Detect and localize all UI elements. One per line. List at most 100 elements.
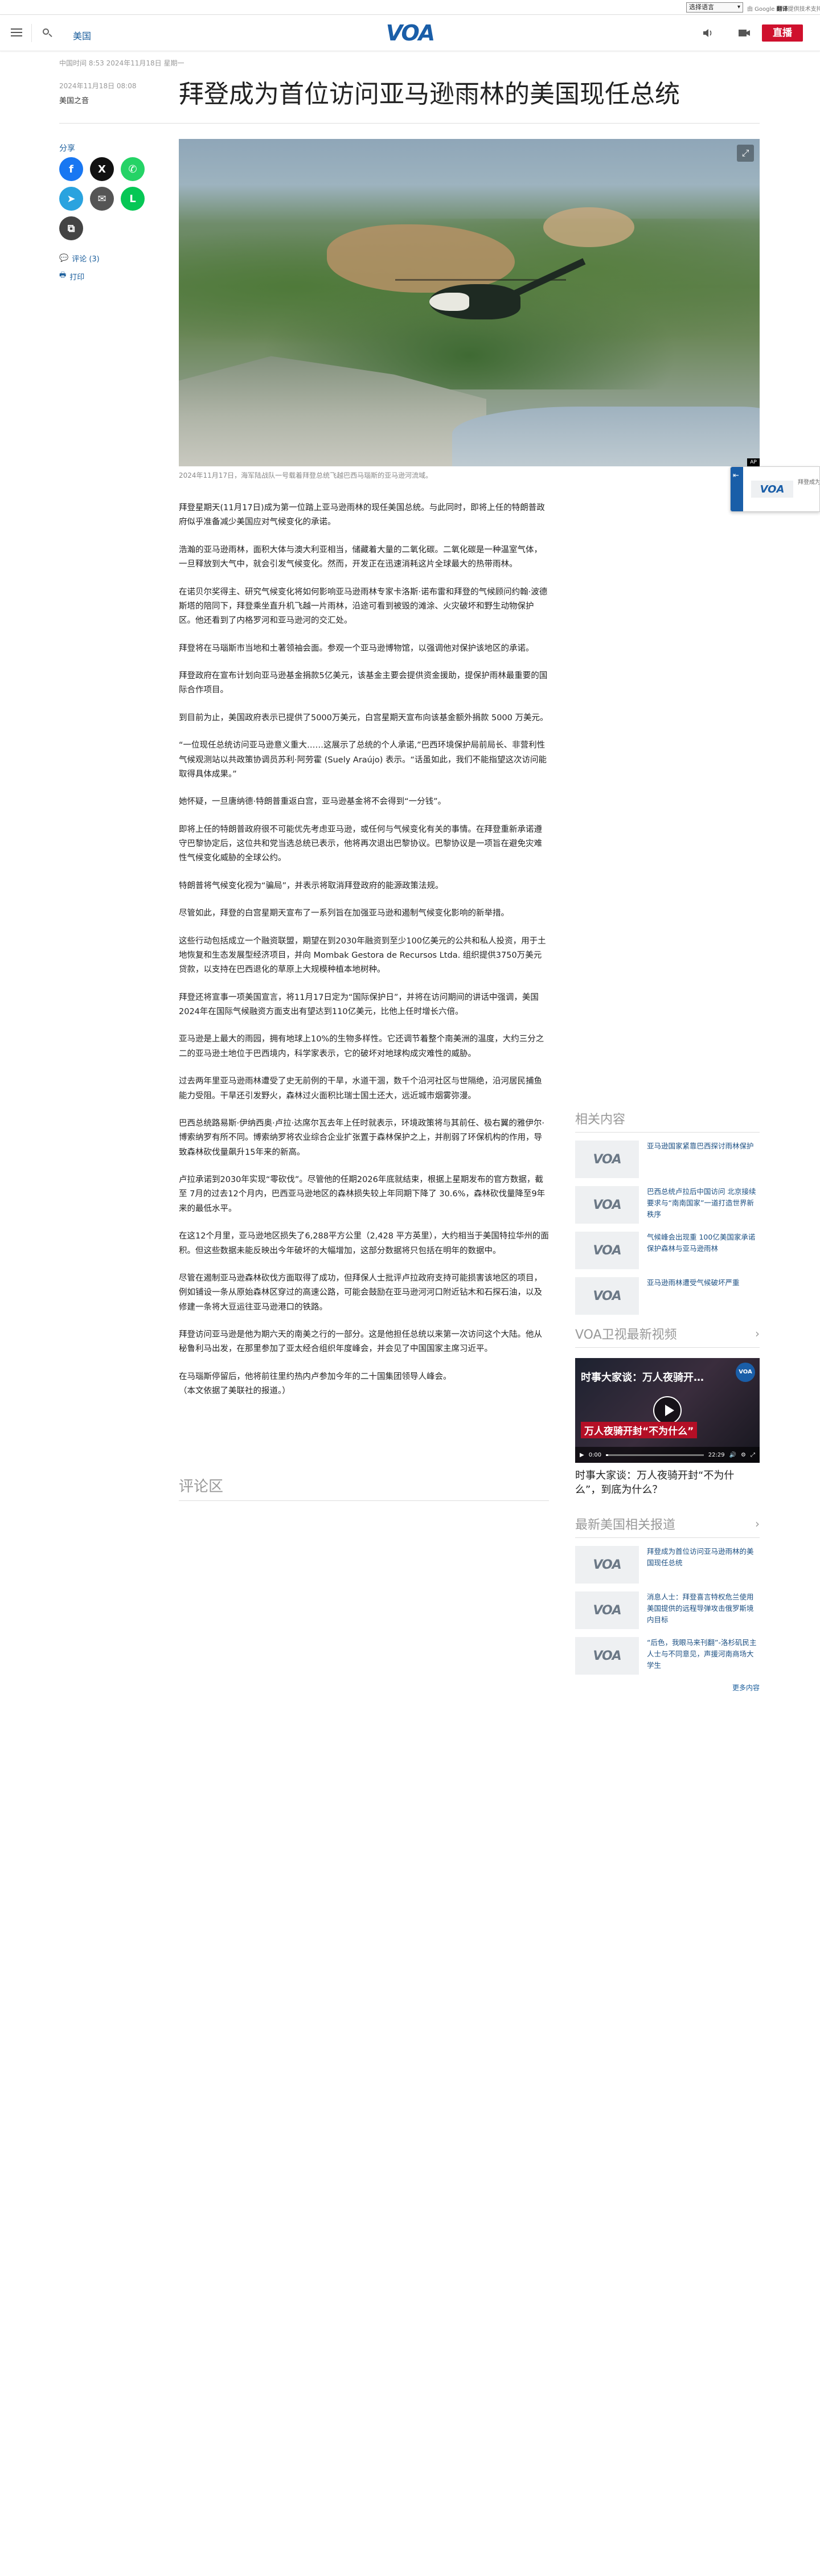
chevron-right-icon: ›: [755, 1517, 760, 1531]
thumbnail: VOA: [575, 1637, 639, 1675]
expand-image-icon[interactable]: ⤢: [737, 145, 754, 162]
article-paragraph: 拜登政府在宣布计划向亚马逊基金捐款5亿美元，该基金主要会提供资金援助，提保护雨林…: [179, 671, 548, 695]
video-controls: ▶ 0:00 22:29 🔊 ⚙ ⤢: [575, 1447, 760, 1463]
article-body: 拜登星期天(11月17日)成为第一位踏上亚马逊雨林的现任美国总统。与此同时，即将…: [179, 501, 549, 1412]
channel-logo-icon: VOA: [736, 1363, 755, 1382]
x-twitter-icon[interactable]: X: [90, 157, 114, 181]
latest-item[interactable]: VOA 消息人士：拜登喜言特权危兰使用美国提供的远程导弹攻击俄罗斯境内目标: [575, 1591, 760, 1629]
widget-text: 拜登成为首位访问亚马逊雨林: [798, 479, 819, 486]
related-item[interactable]: VOA 气候峰会出现重 100亿美国家承诺保护森林与亚马逊雨林: [575, 1232, 760, 1269]
article-meta-time: 中国时间 8:53 2024年11月18日 星期一: [59, 59, 184, 67]
share-label: 分享: [59, 144, 75, 153]
copy-link-icon[interactable]: ⧉: [59, 216, 83, 240]
play-small-icon[interactable]: ▶: [580, 1452, 584, 1458]
powered-brand: 翻译: [776, 6, 788, 13]
article-paragraph: 在诺贝尔奖得主、研究气候变化将如何影响亚马逊雨林专家卡洛斯·诺布雷和拜登的气候顾…: [179, 587, 548, 626]
related-item[interactable]: VOA 亚马逊国家紧靠巴西探讨雨林保护: [575, 1141, 760, 1178]
related-item-title: 巴西总统卢拉后中国访问 北京接续要求与“南南国家”一道打造世界新秩序: [647, 1187, 756, 1219]
print-link[interactable]: 🖶 打印: [59, 270, 84, 282]
article-paragraph: 拜登将在马瑙斯市当地和土著领袖会面。参观一个亚马逊博物馆，以强调他对保护该地区的…: [179, 643, 534, 653]
thumbnail-logo: VOA: [593, 1603, 621, 1618]
thumbnail-logo: VOA: [593, 1197, 621, 1212]
latest-reports-section: 最新美国相关报道 › VOA 拜登成为首位访问亚马逊雨林的美国现任总统 VOA 消息人…: [575, 1515, 760, 1692]
google-translate-bar: 选择语言 由 Google 翻译提供技术支持: [0, 0, 820, 15]
video-overlay-bottom: 万人夜骑开封“不为什么”: [581, 1422, 698, 1438]
latest-reports-header[interactable]: 最新美国相关报道 ›: [575, 1515, 760, 1538]
article-paragraph: 拜登访问亚马逊是他为期六天的南美之行的一部分。这是他担任总统以来第一次访问这个大…: [179, 1330, 542, 1354]
related-item-title: 亚马逊国家紧靠巴西探讨雨林保护: [647, 1142, 754, 1150]
comment-icon: 💬: [59, 254, 69, 262]
article-paragraph: 拜登星期天(11月17日)成为第一位踏上亚马逊雨林的现任美国总统。与此同时，即将…: [179, 503, 545, 527]
latest-item-title: 消息人士：拜登喜言特权危兰使用美国提供的远程导弹攻击俄罗斯境内目标: [647, 1593, 754, 1624]
article-paragraph: 在马瑙斯停留后，他将前往里约热内卢参加今年的二十国集团领导人峰会。 （本文依据了…: [179, 1372, 452, 1396]
comments-section: 评论区: [179, 1475, 549, 1501]
site-header: 美国 VOA 直播: [0, 16, 820, 51]
email-icon[interactable]: ✉: [90, 187, 114, 211]
article-paragraph: 浩瀚的亚马逊雨林，面积大体与澳大利亚相当，储藏着大量的二氧化碳。二氧化碳是一种温…: [179, 545, 542, 569]
latest-video-header[interactable]: VOA卫视最新视频 ›: [575, 1324, 760, 1348]
chevron-right-icon: ›: [755, 1327, 760, 1340]
article-paragraph: 卢拉承诺到2030年实现“零砍伐”。尽管他的任期2026年底就结束，根据上星期发…: [179, 1175, 546, 1213]
facebook-icon[interactable]: f: [59, 157, 83, 181]
thumbnail-logo: VOA: [593, 1289, 621, 1303]
video-icon[interactable]: [737, 27, 751, 39]
video-player[interactable]: 时事大家谈：万人夜骑开… VOA 万人夜骑开封“不为什么” ▶ 0:00 22:…: [575, 1358, 760, 1463]
byline: 美国之音: [59, 97, 89, 105]
live-button[interactable]: 直播: [762, 24, 803, 42]
video-caption[interactable]: 时事大家谈：万人夜骑开封“不为什么”，到底为什么？: [575, 1469, 760, 1497]
video-overlay-top: 时事大家谈：万人夜骑开…: [581, 1372, 704, 1384]
article-paragraph: 这些行动包括成立一个融资联盟，期望在到2030年融资到至少100亿美元的公共和私…: [179, 936, 546, 975]
latest-item[interactable]: VOA 拜登成为首位访问亚马逊雨林的美国现任总统: [575, 1546, 760, 1584]
article-paragraph: 尽管如此，拜登的白宫星期天宣布了一系列旨在加强亚马逊和遏制气候变化影响的新举措。: [179, 909, 509, 918]
volume-icon[interactable]: 🔊: [729, 1452, 736, 1458]
article-paragraph: 巴西总统路易斯·伊纳西奥·卢拉·达席尔瓦去年上任时就表示，环境政策将与其前任、极…: [179, 1118, 544, 1157]
latest-video-section: VOA卫视最新视频 › 时事大家谈：万人夜骑开… VOA 万人夜骑开封“不为什么…: [575, 1324, 760, 1497]
page-title: 拜登成为首位访问亚马逊雨林的美国现任总统: [179, 80, 680, 109]
floating-related-widget[interactable]: ⇤ VOA 拜登成为首位访问亚马逊雨林: [730, 466, 820, 512]
more-link[interactable]: 更多内容: [575, 1683, 760, 1692]
article-paragraph: 特朗普将气候变化视为“骗局”，并表示将取消拜登政府的能源政策法规。: [179, 881, 444, 891]
article-paragraph: 到目前为止，美国政府表示已提供了5000万美元，白宫星期天宣布向该基金额外捐款 …: [179, 713, 548, 723]
video-progress-bar[interactable]: [606, 1454, 704, 1456]
related-item[interactable]: VOA 巴西总统卢拉后中国访问 北京接续要求与“南南国家”一道打造世界新秩序: [575, 1186, 760, 1224]
hamburger-menu-icon[interactable]: [9, 26, 24, 40]
telegram-icon[interactable]: ➤: [59, 187, 83, 211]
latest-video-title: VOA卫视最新视频: [575, 1328, 677, 1342]
comments-link[interactable]: 💬 评论 (3): [59, 253, 100, 264]
settings-gear-icon[interactable]: ⚙: [741, 1452, 746, 1458]
powered-prefix: 由 Google: [747, 6, 775, 13]
arrow-left-icon[interactable]: ⇤: [733, 471, 739, 480]
article-paragraph: “一位现任总统访问亚马逊意义重大……这展示了总统的个人承诺,”巴西环境保护局前局…: [179, 741, 547, 779]
thumbnail-logo: VOA: [593, 1243, 621, 1258]
comments-section-title: 评论区: [179, 1478, 224, 1495]
play-icon[interactable]: [653, 1396, 682, 1425]
line-icon[interactable]: L: [121, 187, 145, 211]
section-link-usa[interactable]: 美国: [73, 28, 91, 42]
translate-powered-by: 由 Google 翻译提供技术支持: [747, 4, 820, 13]
audio-icon[interactable]: [702, 27, 714, 39]
language-select[interactable]: 选择语言: [686, 2, 743, 13]
latest-reports-title: 最新美国相关报道: [575, 1518, 676, 1532]
print-icon: 🖶: [59, 271, 67, 280]
share-row-3: ⧉: [59, 216, 83, 240]
article-paragraph: 即将上任的特朗普政府很不可能优先考虑亚马逊，或任何与气候变化有关的事情。在拜登重…: [179, 825, 542, 863]
video-current-time: 0:00: [588, 1451, 602, 1458]
logo-text: VOA: [386, 20, 435, 46]
thumbnail: VOA: [575, 1186, 639, 1224]
widget-logo: VOA: [751, 481, 793, 498]
search-icon[interactable]: [40, 26, 55, 41]
article-paragraph: 过去两年里亚马逊雨林遭受了史无前例的干旱，水道干涸，数千个沿河社区与世隔绝，沿河…: [179, 1077, 542, 1101]
related-item[interactable]: VOA 亚马逊雨林遭受气候破坏严重: [575, 1277, 760, 1315]
voa-logo[interactable]: VOA: [382, 20, 438, 46]
related-title: 相关内容: [575, 1109, 760, 1133]
latest-item[interactable]: VOA “后色，我眼马来刊翻”-洛杉矶民主人士与不同意见，声援河南商场大学生: [575, 1637, 760, 1675]
powered-suffix: 提供技术支持: [788, 6, 820, 13]
print-link-label: 打印: [69, 273, 85, 282]
comments-link-label: 评论 (3): [72, 255, 100, 264]
thumbnail: VOA: [575, 1141, 639, 1178]
publish-date: 2024年11月18日 08:08: [59, 82, 137, 90]
ap-badge: AP: [747, 458, 760, 466]
fullscreen-icon[interactable]: ⤢: [751, 1452, 755, 1458]
whatsapp-icon[interactable]: ✆: [121, 157, 145, 181]
latest-item-title: “后色，我眼马来刊翻”-洛杉矶民主人士与不同意见，声援河南商场大学生: [647, 1638, 757, 1670]
